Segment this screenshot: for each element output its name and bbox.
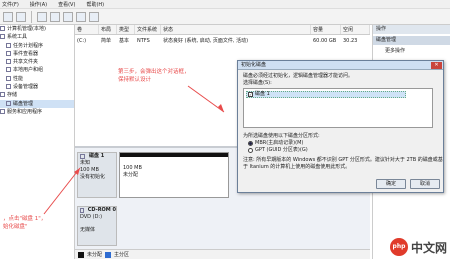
services-icon xyxy=(0,108,5,114)
tree-item-task-scheduler[interactable]: 任务计划程序 xyxy=(0,42,74,50)
clock-icon xyxy=(6,42,11,48)
col-type[interactable]: 类型 xyxy=(117,25,135,34)
tree-item-shared-folders[interactable]: 共享文件夹 xyxy=(0,58,74,66)
legend-unallocated: 未分配 xyxy=(87,252,103,258)
watermark: php 中文网 xyxy=(389,238,447,256)
disk1-vol-status: 未分配 xyxy=(123,172,139,178)
dialog-note: 注意: 所有早期版本的 Windows 都不识别 GPT 分区形式。建议针对大于… xyxy=(243,157,443,170)
cell-status: 状态良好 (系统, 启动, 页面文件, 活动) xyxy=(163,38,249,44)
partition-style-label: 为所选磁盘使用以下磁盘分区形式: xyxy=(243,133,320,139)
menu-help[interactable]: 帮助(H) xyxy=(84,1,104,8)
mbr-option[interactable]: MBR(主启动记录)(M) xyxy=(248,140,438,147)
console-icon[interactable] xyxy=(76,11,86,22)
event-icon xyxy=(6,50,11,56)
disk-checkbox[interactable]: ✓ xyxy=(248,92,253,97)
annotation-arrow-step2 xyxy=(43,167,81,215)
toolbar-separator xyxy=(31,10,32,23)
unallocated-swatch xyxy=(78,251,84,258)
dialog-title: 初始化磁盘 xyxy=(241,62,267,68)
cancel-button[interactable]: 取消 xyxy=(410,179,440,189)
computer-icon xyxy=(0,26,5,31)
disk-list-item[interactable]: ✓ 磁盘 1 xyxy=(246,91,406,98)
tools-icon xyxy=(0,34,5,40)
tree-item-storage[interactable]: 存储 xyxy=(0,91,74,99)
watermark-text: 中文网 xyxy=(410,240,447,255)
gpt-radio[interactable] xyxy=(248,148,253,153)
tree-item-performance[interactable]: 性能 xyxy=(0,75,74,83)
disk1-vol-size: 100 MB xyxy=(123,165,142,171)
performance-icon xyxy=(6,75,11,81)
disk-listbox[interactable]: ✓ 磁盘 1 xyxy=(243,88,433,128)
php-logo: php xyxy=(389,238,408,256)
cell-filesystem: NTFS xyxy=(137,38,150,44)
gpt-label: GPT (GUID 分区表)(G) xyxy=(255,147,308,153)
cdrom-name: CD-ROM 0 xyxy=(87,207,116,213)
toolbar xyxy=(0,9,450,25)
menu-file[interactable]: 文件(F) xyxy=(0,1,19,8)
tree-item-device-manager[interactable]: 设备管理器 xyxy=(0,83,74,91)
mbr-label: MBR(主启动记录)(M) xyxy=(255,140,304,146)
table-row[interactable]: (C:) 简单 基本 NTFS 状态良好 (系统, 启动, 页面文件, 活动) … xyxy=(75,36,370,46)
col-capacity[interactable]: 容量 xyxy=(311,25,341,34)
menu-bar: 文件(F) 操作(A) 查看(V) 帮助(H) xyxy=(0,0,450,9)
tree-item-services[interactable]: 服务和应用程序 xyxy=(0,108,74,116)
disk1-name: 磁盘 1 xyxy=(89,153,105,159)
primary-swatch xyxy=(105,251,112,258)
close-icon[interactable]: ✕ xyxy=(431,62,442,69)
annotation-step3: 第三步，会弹出这个对话框， 保持默认设计 xyxy=(118,69,190,83)
refresh-icon[interactable] xyxy=(89,11,99,22)
ok-button[interactable]: 确定 xyxy=(376,179,406,189)
annotation-arrow-step3 xyxy=(187,85,225,113)
cell-layout: 简单 xyxy=(101,38,112,44)
dialog-body: 磁盘必须经过初始化，逻辑磁盘管理器才能访问。 选择磁盘(S): ✓ 磁盘 1 为… xyxy=(238,70,443,173)
select-disk-label: 选择磁盘(S): xyxy=(243,80,272,86)
storage-icon xyxy=(0,92,5,98)
legend-bar: 未分配 主分区 xyxy=(75,249,370,259)
dialog-intro: 磁盘必须经过初始化，逻辑磁盘管理器才能访问。 xyxy=(243,73,354,79)
cell-type: 基本 xyxy=(119,38,130,44)
col-layout[interactable]: 布局 xyxy=(99,25,117,34)
col-filesystem[interactable]: 文件系统 xyxy=(135,25,161,34)
cell-volume: (C:) xyxy=(77,38,87,44)
cell-free: 30.23 xyxy=(343,38,358,44)
up-folder-icon[interactable] xyxy=(37,11,47,22)
unallocated-bar xyxy=(120,153,228,157)
users-icon xyxy=(6,67,11,73)
disk1-unallocated-volume[interactable]: 100 MB 未分配 xyxy=(119,152,229,198)
tree-item-local-users[interactable]: 本地用户和组 xyxy=(0,66,74,74)
dialog-title-bar: 初始化磁盘 ✕ xyxy=(238,61,443,70)
tree-item-disk-management[interactable]: 磁盘管理 xyxy=(0,99,74,108)
folder-icon xyxy=(6,59,11,65)
initialize-disk-dialog: 初始化磁盘 ✕ 磁盘必须经过初始化，逻辑磁盘管理器才能访问。 选择磁盘(S): … xyxy=(237,60,444,193)
gpt-option[interactable]: GPT (GUID 分区表)(G) xyxy=(248,147,438,154)
tree-item-system-tools[interactable]: 系统工具 xyxy=(0,33,74,41)
actions-header: 操作 xyxy=(373,25,450,34)
help-icon[interactable] xyxy=(63,11,73,22)
forward-icon[interactable] xyxy=(16,11,26,22)
col-free[interactable]: 空闲 xyxy=(341,25,370,34)
menu-view[interactable]: 查看(V) xyxy=(56,1,75,8)
col-volume[interactable]: 卷 xyxy=(75,25,99,34)
menu-action[interactable]: 操作(A) xyxy=(28,1,47,8)
disk-icon xyxy=(6,100,11,106)
cdrom-status: 无媒体 xyxy=(80,227,96,233)
tree-item-root[interactable]: 计算机管理(本地) xyxy=(0,25,74,33)
disk-icon xyxy=(80,154,85,159)
legend-primary: 主分区 xyxy=(114,252,130,258)
back-icon[interactable] xyxy=(3,11,13,22)
col-status[interactable]: 状态 xyxy=(161,25,311,34)
more-actions-link[interactable]: 更多操作 xyxy=(373,47,450,56)
disk-item-label: 磁盘 1 xyxy=(255,91,270,97)
volume-table-header: 卷 布局 类型 文件系统 状态 容量 空闲 xyxy=(75,25,370,35)
cell-capacity: 60.00 GB xyxy=(313,38,337,44)
mbr-radio[interactable] xyxy=(248,141,253,146)
tree-item-event-viewer[interactable]: 事件查看器 xyxy=(0,50,74,58)
actions-section-disk-management[interactable]: 磁盘管理 xyxy=(373,36,450,45)
device-icon xyxy=(6,84,11,90)
properties-icon[interactable] xyxy=(50,11,60,22)
